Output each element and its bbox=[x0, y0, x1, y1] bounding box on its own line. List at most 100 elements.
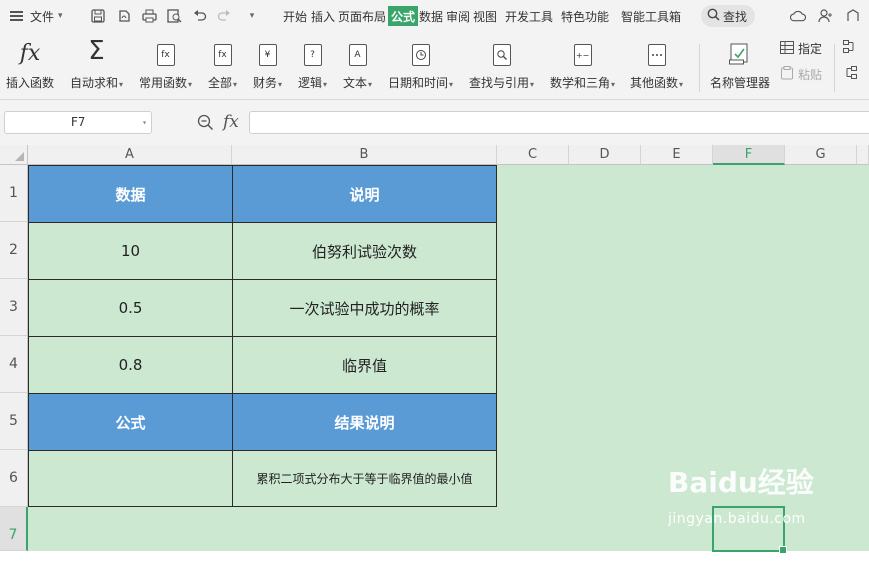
chevron-down-icon: ▾ bbox=[233, 80, 238, 89]
datetime-functions-button[interactable]: 日期和时间▾ bbox=[388, 38, 453, 91]
cell-b2[interactable]: 伯努利试验次数 bbox=[232, 222, 497, 280]
name-manager-label: 名称管理器 bbox=[710, 76, 771, 90]
cell-b1[interactable]: 说明 bbox=[232, 165, 497, 223]
chevron-down-icon: ▾ bbox=[449, 80, 454, 89]
common-functions-button[interactable]: fx 常用函数▾ bbox=[139, 38, 192, 91]
export-pdf-icon[interactable] bbox=[116, 7, 132, 25]
column-header-h[interactable] bbox=[857, 145, 869, 165]
tab-view[interactable]: 视图 bbox=[472, 0, 498, 32]
tab-page-layout[interactable]: 页面布局 bbox=[337, 0, 387, 32]
chevron-down-icon: ▾ bbox=[278, 80, 283, 89]
cell-a3[interactable]: 0.5 bbox=[28, 279, 233, 337]
text-functions-button[interactable]: A 文本▾ bbox=[343, 38, 372, 91]
customize-toolbar-icon[interactable]: ▾ bbox=[244, 7, 260, 25]
column-header-f[interactable]: F bbox=[713, 145, 785, 165]
column-header-c[interactable]: C bbox=[497, 145, 569, 165]
chevron-down-icon: ▾ bbox=[323, 80, 328, 89]
tab-smart-toolbox[interactable]: 智能工具箱 bbox=[620, 0, 682, 32]
redo-icon[interactable] bbox=[216, 7, 232, 25]
trace-precedents-icon[interactable] bbox=[843, 40, 857, 53]
chevron-down-icon: ▾ bbox=[368, 80, 373, 89]
active-cell-f7[interactable] bbox=[712, 506, 787, 554]
text-icon: A bbox=[348, 38, 367, 66]
other-functions-button[interactable]: 其他函数▾ bbox=[630, 38, 683, 91]
tab-data[interactable]: 数据 bbox=[418, 0, 444, 32]
name-manager-button[interactable]: 名称管理器 bbox=[710, 38, 770, 91]
column-header-d[interactable]: D bbox=[569, 145, 641, 165]
name-manager-icon bbox=[729, 38, 751, 66]
lookup-label: 查找与引用 bbox=[469, 76, 530, 90]
row-header-5[interactable]: 5 bbox=[0, 393, 28, 450]
search-box[interactable]: 查找 bbox=[701, 5, 755, 27]
share-user-icon[interactable] bbox=[817, 7, 833, 25]
cell-b3[interactable]: 一次试验中成功的概率 bbox=[232, 279, 497, 337]
column-header-a[interactable]: A bbox=[28, 145, 232, 165]
column-header-e[interactable]: E bbox=[641, 145, 713, 165]
cell-a2[interactable]: 10 bbox=[28, 222, 233, 280]
math-functions-button[interactable]: +− 数学和三角▾ bbox=[550, 38, 615, 91]
file-menu[interactable]: 文件 ▾ bbox=[30, 0, 63, 32]
fx-icon[interactable]: fx bbox=[223, 112, 239, 132]
search-label: 查找 bbox=[723, 9, 748, 24]
math-icon: +− bbox=[573, 38, 592, 66]
chevron-down-icon[interactable]: ▾ bbox=[142, 112, 147, 133]
clock-icon bbox=[411, 38, 430, 66]
logic-label: 逻辑 bbox=[298, 76, 323, 90]
chevron-down-icon: ▾ bbox=[530, 80, 535, 89]
cell-b5[interactable]: 结果说明 bbox=[232, 393, 497, 451]
specify-name-button[interactable]: 指定 bbox=[780, 40, 822, 57]
paste-name-button[interactable]: 粘贴 bbox=[780, 66, 822, 83]
other-functions-label: 其他函数 bbox=[630, 76, 679, 90]
tab-review[interactable]: 审阅 bbox=[445, 0, 471, 32]
row-header-2[interactable]: 2 bbox=[0, 222, 28, 279]
finance-functions-button[interactable]: ¥ 财务▾ bbox=[253, 38, 282, 91]
chevron-down-icon: ▾ bbox=[119, 80, 124, 89]
print-icon[interactable] bbox=[141, 7, 157, 25]
lookup-functions-button[interactable]: 查找与引用▾ bbox=[469, 38, 534, 91]
row-header-1[interactable]: 1 bbox=[0, 165, 28, 222]
print-preview-icon[interactable] bbox=[166, 7, 182, 25]
fx-icon: fx bbox=[19, 41, 41, 66]
ribbon-divider bbox=[699, 44, 700, 92]
row-header-6[interactable]: 6 bbox=[0, 450, 28, 507]
insert-function-button[interactable]: fx 插入函数 bbox=[6, 38, 54, 91]
tab-developer[interactable]: 开发工具 bbox=[504, 0, 554, 32]
tab-formulas[interactable]: 公式 bbox=[388, 6, 419, 26]
finance-icon: ¥ bbox=[258, 38, 277, 66]
row-header-4[interactable]: 4 bbox=[0, 336, 28, 393]
formula-bar: F7 ▾ fx bbox=[0, 100, 869, 145]
tab-label: 开发工具 bbox=[505, 9, 554, 24]
row-header-3[interactable]: 3 bbox=[0, 279, 28, 336]
cell-a6[interactable] bbox=[28, 450, 233, 507]
all-functions-button[interactable]: fx 全部▾ bbox=[208, 38, 237, 91]
zoom-formula-icon[interactable] bbox=[197, 114, 214, 135]
logic-icon: ? bbox=[303, 38, 322, 66]
tab-insert[interactable]: 插入 bbox=[310, 0, 336, 32]
cloud-sync-icon[interactable] bbox=[790, 7, 806, 25]
save-icon[interactable] bbox=[90, 7, 106, 25]
ribbon-divider bbox=[834, 44, 835, 92]
tab-label: 公式 bbox=[391, 9, 416, 24]
trace-dependents-icon[interactable] bbox=[843, 66, 857, 79]
hamburger-menu-icon[interactable] bbox=[10, 0, 26, 32]
row-header-7[interactable]: 7 bbox=[0, 507, 28, 551]
column-header-b[interactable]: B bbox=[232, 145, 497, 165]
cell-a5[interactable]: 公式 bbox=[28, 393, 233, 451]
logic-functions-button[interactable]: ? 逻辑▾ bbox=[298, 38, 327, 91]
cell-b6[interactable]: 累积二项式分布大于等于临界值的最小值 bbox=[232, 450, 497, 507]
cell-b4[interactable]: 临界值 bbox=[232, 336, 497, 394]
tab-special-features[interactable]: 特色功能 bbox=[560, 0, 610, 32]
sigma-icon: Σ bbox=[88, 36, 105, 66]
name-box[interactable]: F7 ▾ bbox=[4, 111, 152, 134]
tab-home[interactable]: 开始 bbox=[282, 0, 308, 32]
other-functions-icon bbox=[647, 38, 666, 66]
formula-input[interactable] bbox=[249, 111, 869, 134]
autosum-button[interactable]: Σ 自动求和▾ bbox=[70, 36, 124, 91]
select-all-corner[interactable] bbox=[0, 145, 28, 165]
column-header-g[interactable]: G bbox=[785, 145, 857, 165]
cell-a4[interactable]: 0.8 bbox=[28, 336, 233, 394]
insert-function-label: 插入函数 bbox=[6, 76, 55, 90]
collapse-ribbon-icon[interactable] bbox=[845, 7, 861, 25]
cell-a1[interactable]: 数据 bbox=[28, 165, 233, 223]
undo-icon[interactable] bbox=[192, 7, 208, 25]
